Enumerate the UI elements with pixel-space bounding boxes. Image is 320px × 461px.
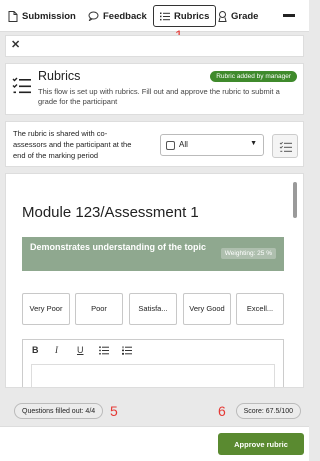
tab-feedback-label: Feedback	[103, 10, 147, 22]
tab-bar: Submission Feedback Rubrics Grade	[0, 0, 309, 32]
tab-rubrics[interactable]: Rubrics	[153, 5, 217, 27]
module-title: Module 123/Assessment 1	[22, 204, 199, 221]
rubric-info-panel: Rubrics Rubric added by manager This flo…	[5, 63, 304, 115]
tab-submission[interactable]: Submission	[8, 5, 76, 27]
checklist-icon	[279, 141, 292, 152]
close-bar: ✕	[5, 35, 304, 57]
approve-rubric-button[interactable]: Approve rubric	[218, 433, 304, 455]
medal-icon	[218, 10, 227, 22]
comment-textarea[interactable]	[31, 364, 275, 387]
level-option[interactable]: Very Poor	[22, 293, 70, 325]
tab-grade[interactable]: Grade	[218, 5, 258, 27]
rubric-info-title: Rubrics	[38, 69, 81, 83]
numbered-list-button[interactable]	[122, 346, 132, 357]
level-option[interactable]: Excell...	[236, 293, 284, 325]
tab-grade-label: Grade	[231, 10, 259, 22]
minimize-button[interactable]	[283, 14, 295, 17]
comment-editor: B I U	[22, 339, 285, 387]
editor-toolbar: B I U	[23, 340, 285, 362]
level-option[interactable]: Satisfa...	[129, 293, 177, 325]
bold-button[interactable]: B	[32, 345, 39, 355]
checklist-icon	[12, 77, 31, 94]
bullet-list-button[interactable]	[99, 346, 109, 357]
share-settings-panel: The rubric is shared with co-assessors a…	[5, 121, 304, 167]
action-bar: Approve rubric	[0, 426, 309, 461]
manager-badge: Rubric added by manager	[210, 71, 297, 82]
list-icon	[160, 12, 170, 20]
score-badge: Score: 67.5/100	[235, 403, 301, 419]
share-description: The rubric is shared with co-assessors a…	[13, 129, 132, 160]
italic-button[interactable]: I	[55, 345, 58, 355]
status-bar: Questions filled out: 4/4 Score: 67.5/10…	[0, 396, 309, 426]
close-icon[interactable]: ✕	[11, 38, 20, 51]
weighting-badge: Weighting: 25 %	[220, 248, 276, 259]
speech-bubble-icon	[88, 11, 99, 21]
share-select[interactable]: All ▼	[160, 134, 264, 156]
rubric-panel: Module 123/Assessment 1 Demonstrates und…	[5, 173, 304, 388]
tab-submission-label: Submission	[22, 10, 76, 22]
share-checkbox[interactable]	[166, 141, 175, 150]
questions-filled-badge: Questions filled out: 4/4	[14, 403, 104, 419]
underline-button[interactable]: U	[77, 345, 84, 355]
chevron-down-icon: ▼	[250, 140, 257, 147]
scrollbar[interactable]	[293, 182, 297, 218]
document-icon	[8, 10, 18, 22]
bullet-list-icon	[99, 346, 109, 355]
criterion-header: Demonstrates understanding of the topic …	[22, 237, 284, 271]
criterion-title: Demonstrates understanding of the topic	[30, 242, 207, 252]
level-option[interactable]: Poor	[75, 293, 123, 325]
rubric-levels: Very Poor Poor Satisfa... Very Good Exce…	[22, 293, 284, 325]
list-view-button[interactable]	[272, 134, 298, 158]
level-option[interactable]: Very Good	[183, 293, 231, 325]
tab-rubrics-label: Rubrics	[174, 10, 210, 22]
share-select-value: All	[179, 140, 188, 149]
numbered-list-icon	[122, 346, 132, 355]
tab-feedback[interactable]: Feedback	[88, 5, 147, 27]
rubric-info-description: This flow is set up with rubrics. Fill o…	[38, 87, 280, 106]
